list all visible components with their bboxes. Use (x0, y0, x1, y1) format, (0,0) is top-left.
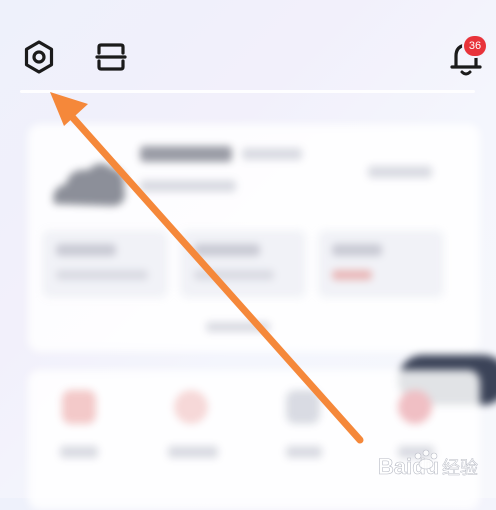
annotation-arrow (50, 92, 364, 444)
svg-text:经验: 经验 (442, 458, 478, 479)
baidu-watermark-logo: Baidu 经验 (378, 449, 478, 479)
